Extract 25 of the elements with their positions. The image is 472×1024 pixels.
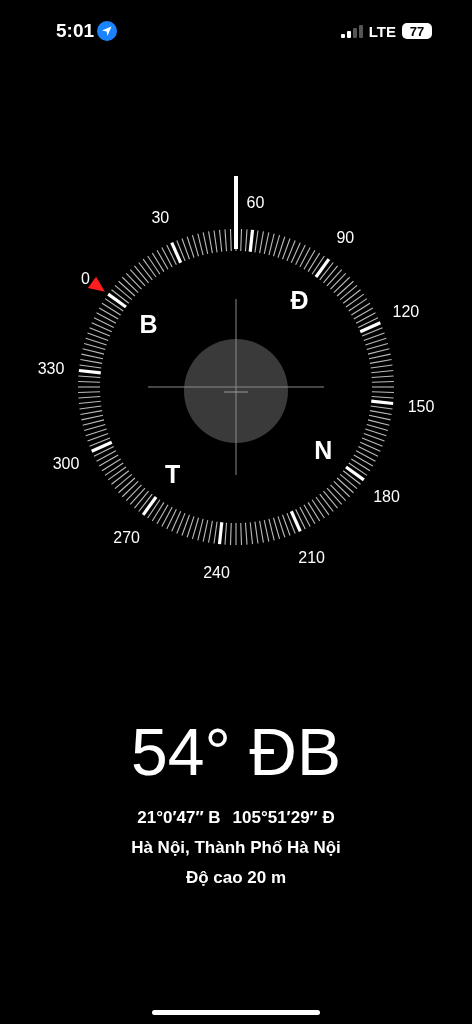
altitude-text: Độ cao 20 m: [185, 868, 287, 888]
degree-label: 240: [203, 564, 230, 581]
degree-label: 0: [81, 269, 90, 287]
cardinal-letter: Đ: [290, 285, 309, 314]
degree-label: 90: [336, 228, 355, 246]
degree-label: 120: [392, 303, 420, 321]
degree-label: 30: [151, 209, 170, 227]
signal-icon: [340, 24, 363, 38]
clock-time: 5:01: [56, 20, 95, 42]
longitude-text: 105°51′29″ Đ: [232, 808, 335, 828]
degree-label: 150: [407, 398, 435, 416]
degree-label: 300: [52, 454, 80, 472]
latitude-text: 21°0′47″ B: [137, 808, 221, 828]
heading-reading: 54° ĐB: [131, 714, 341, 790]
cardinal-letter: B: [139, 309, 158, 338]
network-type: LTE: [368, 22, 396, 40]
degree-label: 330: [37, 359, 65, 377]
degree-label: 210: [298, 548, 325, 566]
place-name: Hà Nội, Thành Phố Hà Nội: [131, 838, 341, 858]
cardinal-letter: T: [164, 460, 181, 489]
battery-icon: 77: [402, 23, 432, 39]
degree-label: 60: [246, 194, 265, 211]
degree-label: 180: [373, 488, 400, 506]
cardinal-letter: N: [314, 436, 333, 465]
degree-label: 270: [113, 529, 140, 547]
